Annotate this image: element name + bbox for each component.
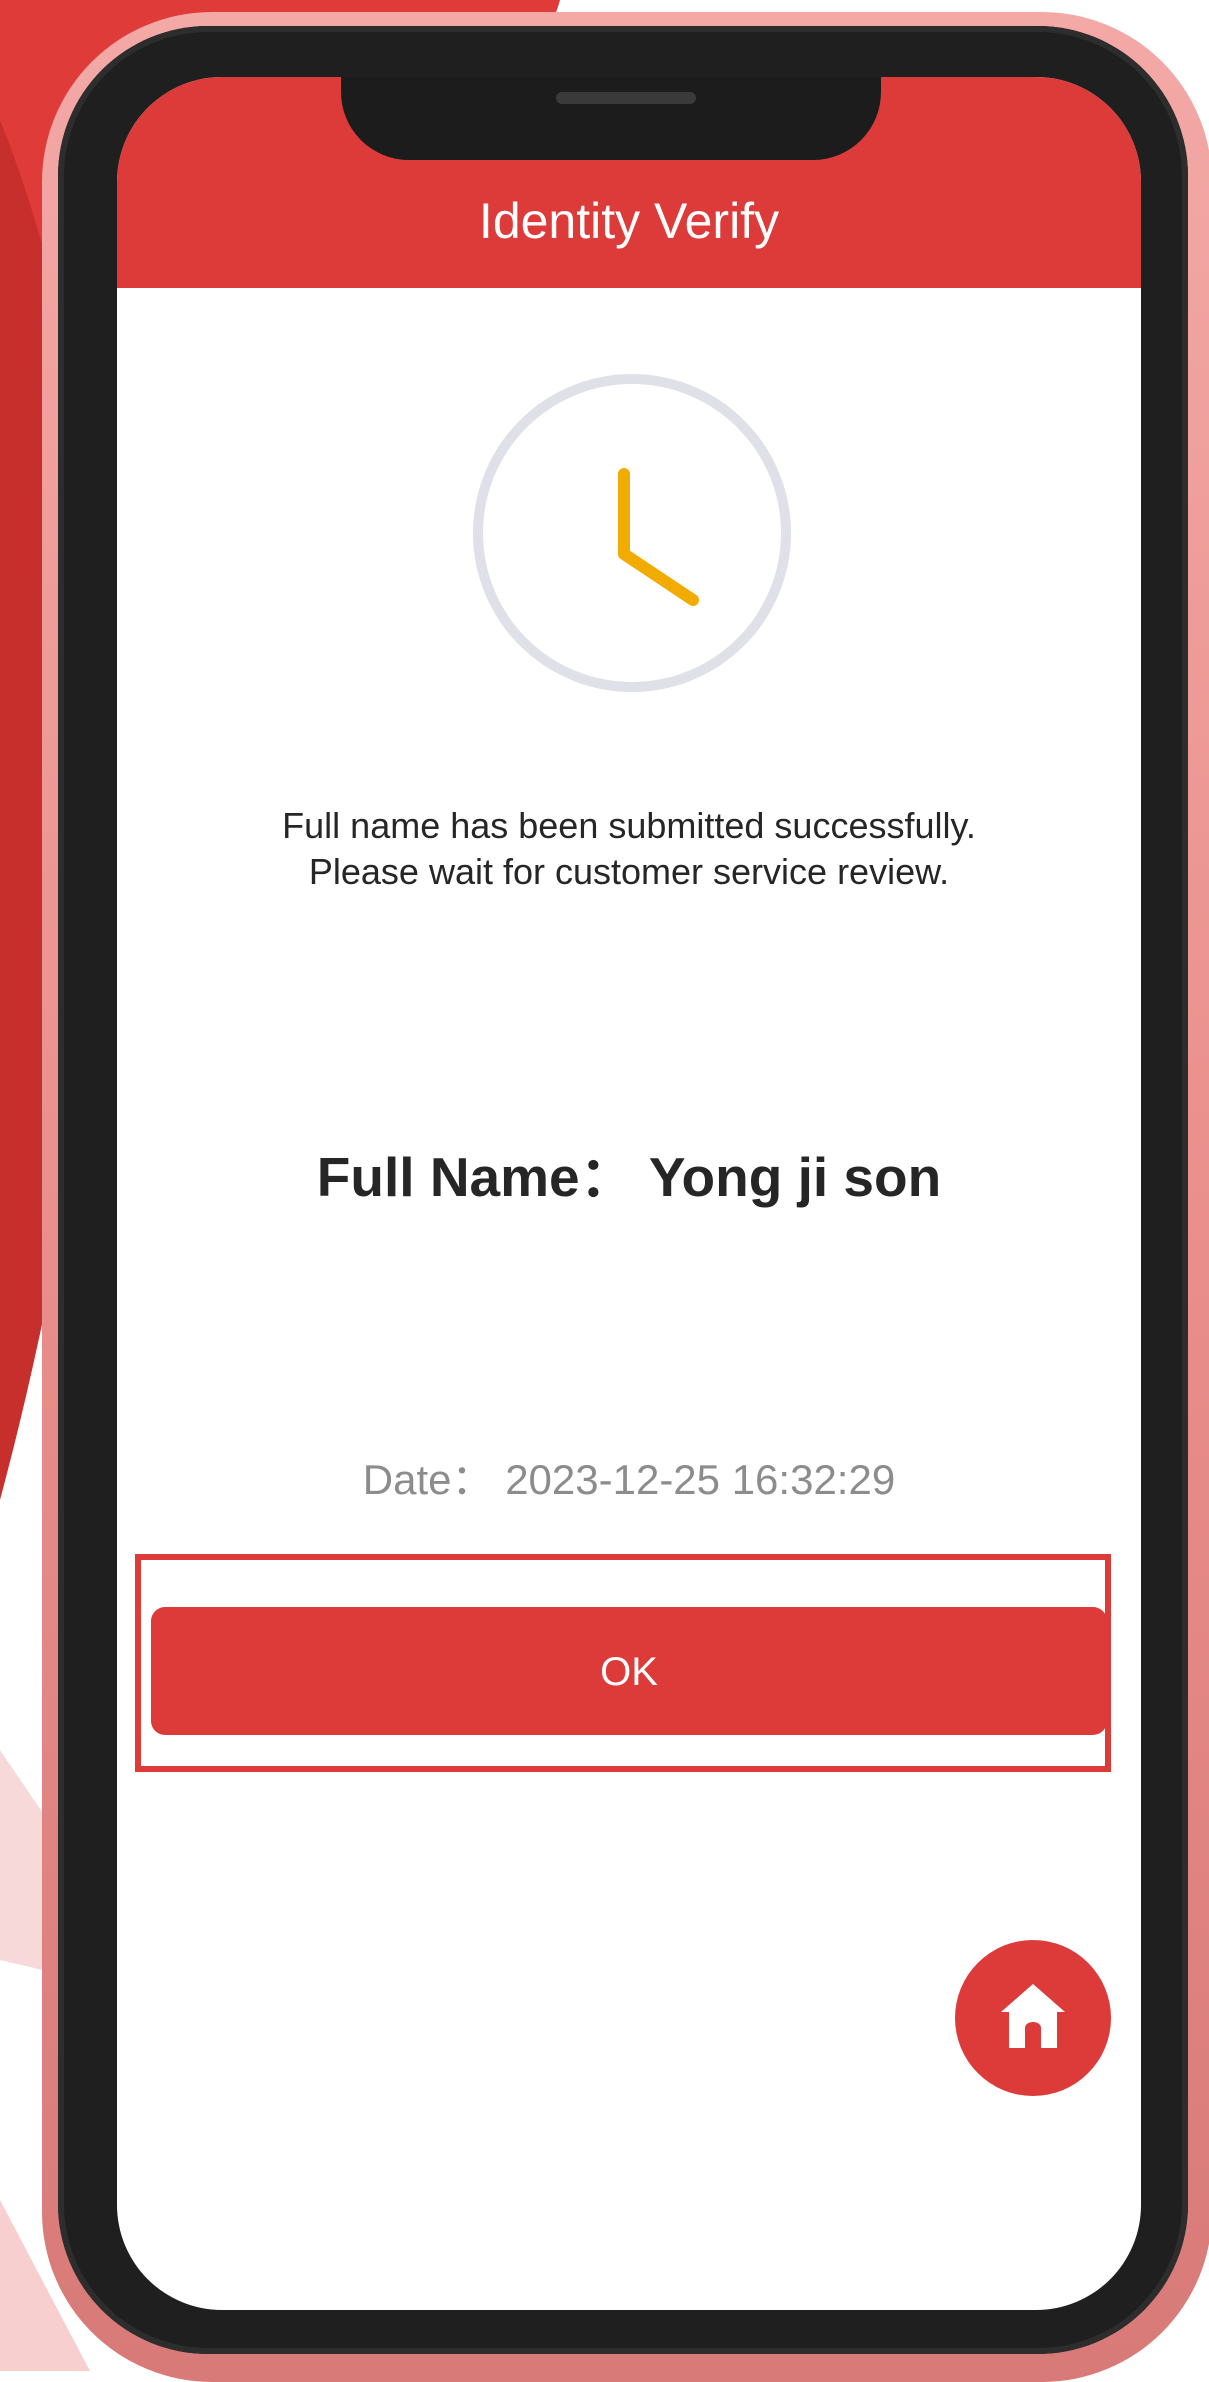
date-row: Date： 2023-12-25 16:32:29 — [117, 1446, 1141, 1507]
status-message-line-2: Please wait for customer service review. — [308, 851, 950, 892]
full-name-label: Full Name： — [316, 1146, 635, 1208]
full-name-value: Yong ji son — [648, 1146, 942, 1208]
clock-icon — [473, 374, 791, 692]
date-label: Date： — [362, 1456, 494, 1503]
phone-screen: Identity Verify Full name has been submi… — [117, 77, 1141, 2310]
status-message-line-1: Full name has been submitted successfull… — [282, 805, 976, 846]
page-title: Identity Verify — [478, 193, 780, 249]
phone-speaker — [556, 92, 696, 104]
home-icon — [1001, 1984, 1065, 2048]
home-button[interactable] — [955, 1940, 1111, 2096]
ok-button[interactable]: OK — [151, 1607, 1107, 1735]
status-message: Full name has been submitted successfull… — [117, 803, 1141, 895]
phone-notch — [341, 77, 881, 160]
date-value: 2023-12-25 16:32:29 — [505, 1456, 896, 1503]
full-name-row: Full Name： Yong ji son — [117, 1132, 1141, 1212]
